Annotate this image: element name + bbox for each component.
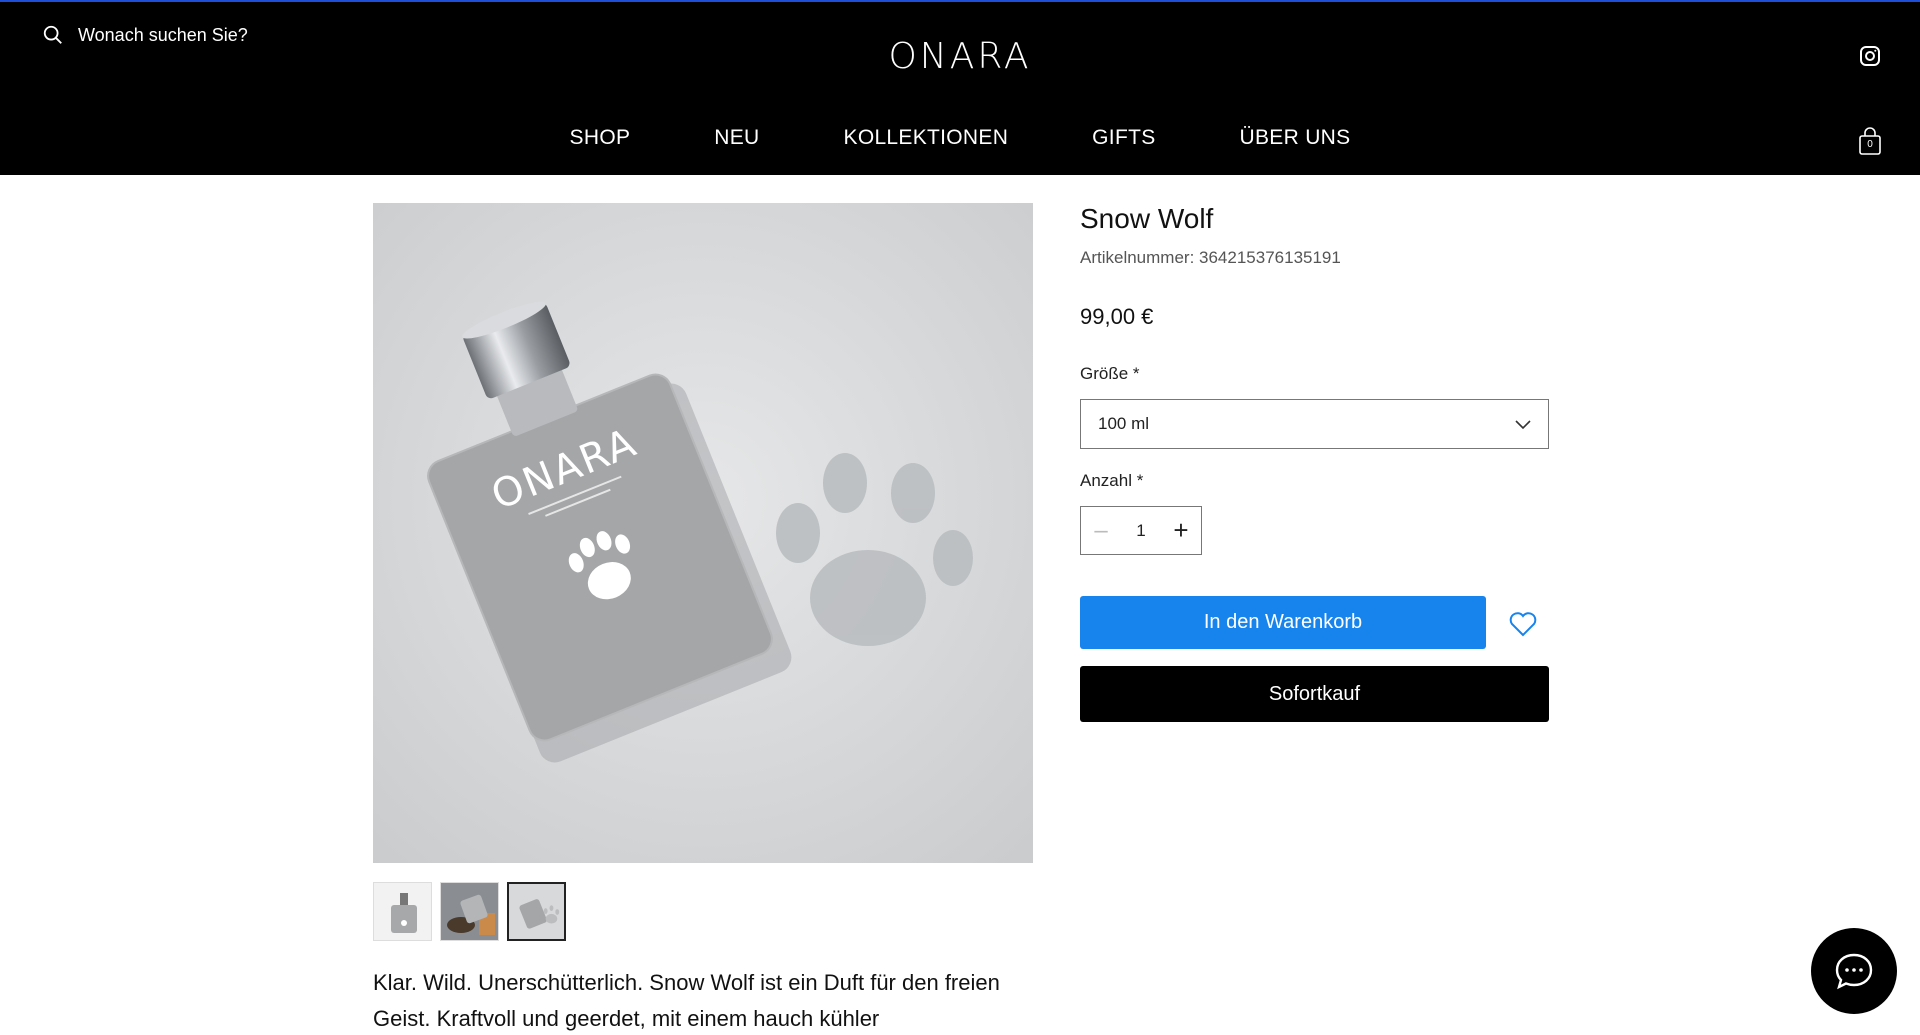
thumbnail-image — [441, 883, 498, 940]
nav-item-shop[interactable]: SHOP — [570, 126, 631, 150]
main-navigation: SHOP NEU KOLLEKTIONEN GIFTS ÜBER UNS — [0, 126, 1920, 150]
thumbnail-1[interactable] — [373, 882, 432, 941]
nav-item-kollektionen[interactable]: KOLLEKTIONEN — [844, 126, 1009, 150]
thumbnail-image — [374, 883, 431, 940]
size-dropdown[interactable]: 100 ml — [1080, 399, 1549, 449]
quantity-decrease-button[interactable]: – — [1081, 517, 1121, 545]
product-description: Klar. Wild. Unerschütterlich. Snow Wolf … — [373, 970, 1000, 1031]
thumbnail-2[interactable] — [440, 882, 499, 941]
chat-button[interactable] — [1811, 928, 1897, 1014]
cart-count: 0 — [1867, 139, 1873, 150]
wishlist-heart-icon[interactable] — [1508, 611, 1538, 637]
chat-bubble-icon — [1835, 953, 1873, 990]
site-header: Wonach suchen Sie? ONARA SHOP NEU KOLLEK… — [0, 0, 1920, 175]
product-title: Snow Wolf — [1080, 203, 1214, 234]
chevron-down-icon — [1515, 420, 1531, 430]
quantity-input[interactable]: 1 — [1121, 521, 1161, 541]
nav-item-gifts[interactable]: GIFTS — [1092, 126, 1155, 150]
add-to-cart-button[interactable]: In den Warenkorb — [1080, 596, 1486, 649]
nav-item-neu[interactable]: NEU — [714, 126, 759, 150]
quantity-label: Anzahl * — [1080, 471, 1144, 490]
thumbnail-image — [509, 884, 564, 939]
nav-item-ueber-uns[interactable]: ÜBER UNS — [1240, 126, 1351, 150]
cart-button[interactable]: 0 — [1857, 126, 1883, 156]
thumbnail-3[interactable] — [507, 882, 566, 941]
site-logo[interactable]: ONARA — [0, 36, 1920, 77]
instagram-icon[interactable] — [1858, 44, 1882, 68]
size-label: Größe * — [1080, 364, 1140, 383]
product-price: 99,00 € — [1080, 304, 1154, 329]
quantity-increase-button[interactable]: + — [1161, 515, 1201, 546]
product-sku: Artikelnummer: 364215376135191 — [1080, 248, 1341, 267]
size-value: 100 ml — [1098, 414, 1150, 433]
buy-now-button[interactable]: Sofortkauf — [1080, 666, 1549, 722]
thumbnail-strip — [373, 882, 566, 941]
quantity-stepper: – 1 + — [1080, 506, 1202, 555]
product-main-image[interactable]: ONARA — [373, 203, 1033, 863]
product-photo: ONARA — [373, 203, 1033, 863]
